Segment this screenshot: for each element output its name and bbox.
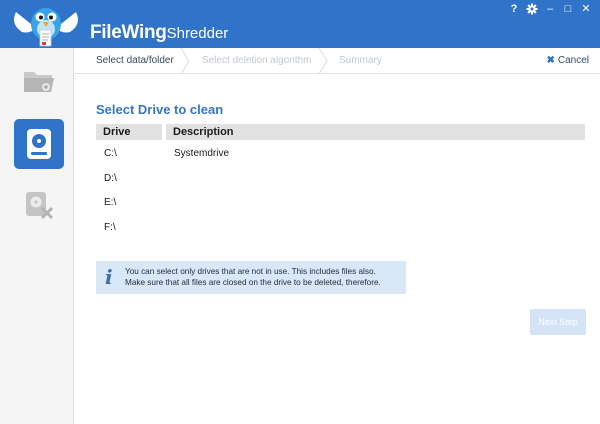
- cancel-label: Cancel: [557, 55, 589, 66]
- drive-delete-icon: [26, 192, 54, 220]
- column-header-drive[interactable]: Drive: [96, 124, 162, 140]
- drive-row[interactable]: C:\ Systemdrive: [96, 148, 585, 170]
- app-title-part2: Shredder: [166, 25, 229, 42]
- folder-icon: [24, 72, 54, 92]
- close-button[interactable]: ✕: [580, 3, 592, 15]
- gear-icon: [526, 3, 538, 15]
- app-logo: [14, 8, 78, 47]
- sidebar-item-shred-files[interactable]: [14, 56, 64, 106]
- hard-drive-icon: [27, 129, 51, 159]
- wizard-steps: Select data/folder Select deletion algor…: [75, 48, 600, 74]
- title-bar: FileWingShredder ? – □ ✕: [0, 0, 600, 48]
- sidebar: [0, 48, 74, 424]
- chevron-right-icon: [180, 48, 190, 74]
- step-summary: Summary: [339, 55, 382, 66]
- info-line-2: Make sure that all files are closed on t…: [125, 278, 381, 287]
- window-controls: ? – □ ✕: [508, 2, 592, 16]
- step-select-data[interactable]: Select data/folder: [96, 55, 174, 66]
- app-title-part1: FileWing: [90, 22, 167, 43]
- drive-letter: C:\: [104, 148, 117, 159]
- drive-row[interactable]: D:\: [96, 173, 585, 195]
- drive-letter: D:\: [104, 173, 117, 184]
- drive-letter: E:\: [104, 197, 117, 208]
- sidebar-item-shred-drive[interactable]: [14, 119, 64, 169]
- app-title: FileWingShredder: [90, 22, 228, 44]
- drive-row[interactable]: E:\: [96, 197, 585, 219]
- drive-row[interactable]: F:\: [96, 222, 585, 244]
- sidebar-item-wipe-drive[interactable]: [14, 180, 64, 230]
- info-box: i You can select only drives that are no…: [96, 261, 406, 294]
- next-step-button[interactable]: Next Step: [530, 309, 586, 335]
- cancel-button[interactable]: ✖ Cancel: [546, 55, 589, 66]
- drive-description: Systemdrive: [174, 148, 230, 159]
- page-title: Select Drive to clean: [96, 102, 224, 117]
- column-header-description[interactable]: Description: [166, 124, 585, 140]
- maximize-button[interactable]: □: [562, 3, 574, 15]
- info-text: You can select only drives that are not …: [125, 266, 405, 288]
- drive-letter: F:\: [104, 222, 116, 233]
- info-icon: i: [105, 265, 113, 289]
- settings-button[interactable]: [526, 3, 538, 15]
- step-select-algorithm: Select deletion algorithm: [202, 55, 312, 66]
- close-icon: ✖: [546, 55, 555, 66]
- minimize-button[interactable]: –: [544, 3, 556, 15]
- info-line-1: You can select only drives that are not …: [125, 267, 376, 276]
- help-button[interactable]: ?: [508, 3, 520, 15]
- chevron-right-icon: [318, 48, 328, 74]
